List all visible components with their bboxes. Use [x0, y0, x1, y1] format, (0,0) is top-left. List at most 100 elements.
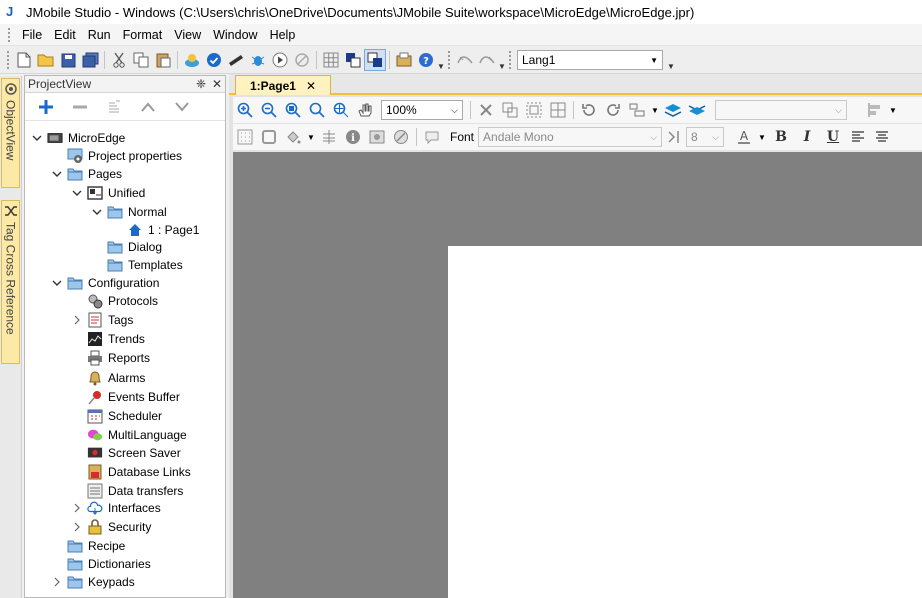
toolbar-grip-handle[interactable]: [509, 51, 512, 69]
rotate-right-icon[interactable]: [601, 99, 625, 121]
chevron-right-icon[interactable]: [71, 314, 83, 326]
zoom-in-icon[interactable]: [233, 99, 257, 121]
debug-bug-icon[interactable]: [247, 49, 269, 71]
italic-button[interactable]: I: [794, 126, 820, 148]
font-size-select[interactable]: 8 ⌵: [686, 127, 725, 147]
line-width-icon[interactable]: [317, 126, 341, 148]
zoom-level-select[interactable]: 100% ⌵: [381, 100, 463, 120]
menu-window[interactable]: Window: [207, 26, 263, 44]
tree-item[interactable]: Alarms: [71, 369, 145, 387]
layer-front-icon[interactable]: [342, 49, 364, 71]
move-up-button[interactable]: [131, 95, 165, 119]
package-icon[interactable]: [393, 49, 415, 71]
tree-item[interactable]: Interfaces: [71, 499, 161, 517]
tree-item[interactable]: Database Links: [71, 463, 191, 481]
tree-item[interactable]: Recipe: [51, 537, 125, 555]
snap-grid-icon[interactable]: [233, 126, 257, 148]
tree-item[interactable]: Security: [71, 518, 151, 536]
disconnect-disabled-icon[interactable]: [476, 49, 498, 71]
side-tab-tag-cross-reference[interactable]: Tag Cross Reference: [1, 200, 20, 364]
language-select[interactable]: Lang1 ▼: [517, 50, 663, 70]
layer-stack-down-icon[interactable]: [685, 99, 709, 121]
align-text-center-icon[interactable]: [870, 126, 894, 148]
pin-icon[interactable]: ❈: [193, 77, 209, 91]
tree-item[interactable]: Unified: [71, 184, 145, 202]
run-play-icon[interactable]: [269, 49, 291, 71]
tree-item[interactable]: Events Buffer: [71, 388, 180, 406]
tree-item[interactable]: MicroEdge: [31, 129, 125, 147]
tree-item[interactable]: Dialog: [91, 238, 162, 256]
paste-icon[interactable]: [152, 49, 174, 71]
chevron-down-icon[interactable]: [71, 187, 83, 199]
bold-button[interactable]: B: [768, 126, 794, 148]
toolbar-overflow-icon[interactable]: ▼: [437, 49, 445, 71]
chevron-down-icon[interactable]: [31, 132, 43, 144]
table-grid-icon[interactable]: [546, 99, 570, 121]
page-surface[interactable]: [448, 246, 922, 598]
rotate-left-icon[interactable]: [577, 99, 601, 121]
move-down-button[interactable]: [165, 95, 199, 119]
zoom-fit-icon[interactable]: [281, 99, 305, 121]
fill-bucket-icon[interactable]: [281, 126, 305, 148]
dropdown-arrow-icon[interactable]: ▼: [649, 99, 661, 121]
add-item-button[interactable]: [29, 95, 63, 119]
menu-edit[interactable]: Edit: [48, 26, 82, 44]
tree-item[interactable]: Dictionaries: [51, 555, 151, 573]
remove-item-button[interactable]: [63, 95, 97, 119]
tree-item[interactable]: Trends: [71, 330, 145, 348]
tree-item[interactable]: Project properties: [51, 147, 182, 165]
layer-stack-icon[interactable]: [661, 99, 685, 121]
tree-item[interactable]: Protocols: [71, 292, 158, 310]
tree-item[interactable]: 1 : Page1: [111, 221, 199, 239]
zoom-out-icon[interactable]: [257, 99, 281, 121]
close-tab-icon[interactable]: ✕: [306, 79, 316, 93]
tree-item[interactable]: Templates: [91, 256, 183, 274]
open-folder-icon[interactable]: [35, 49, 57, 71]
frame-icon[interactable]: [257, 126, 281, 148]
align-left-objects-icon[interactable]: [863, 99, 887, 121]
toolbar-grip-handle[interactable]: [7, 51, 10, 69]
copy-icon[interactable]: [130, 49, 152, 71]
menu-help[interactable]: Help: [264, 26, 302, 44]
rename-item-button[interactable]: [97, 95, 131, 119]
tree-item[interactable]: Configuration: [51, 274, 159, 292]
zoom-area-icon[interactable]: [329, 99, 353, 121]
group-icon[interactable]: [498, 99, 522, 121]
tree-item[interactable]: Reports: [71, 349, 150, 367]
chevron-down-icon[interactable]: [51, 277, 63, 289]
comment-icon[interactable]: [420, 126, 444, 148]
menu-file[interactable]: File: [16, 26, 48, 44]
design-canvas[interactable]: [233, 152, 922, 598]
style-select[interactable]: ⌵: [715, 100, 847, 120]
chevron-down-icon[interactable]: [91, 206, 103, 218]
validate-check-icon[interactable]: [203, 49, 225, 71]
chevron-right-icon[interactable]: [71, 502, 83, 514]
tree-item[interactable]: Normal: [91, 203, 167, 221]
chevron-down-icon[interactable]: [51, 168, 63, 180]
download-icon[interactable]: [225, 49, 247, 71]
align-text-left-icon[interactable]: [846, 126, 870, 148]
text-direction-icon[interactable]: [662, 126, 686, 148]
align-objects-icon[interactable]: [625, 99, 649, 121]
tree-item[interactable]: Scheduler: [71, 407, 162, 425]
layer-back-icon[interactable]: [364, 49, 386, 71]
tree-item[interactable]: Tags: [71, 311, 133, 329]
toolbar-overflow-icon[interactable]: ▼: [498, 49, 506, 71]
save-all-icon[interactable]: [79, 49, 101, 71]
ungroup-icon[interactable]: [522, 99, 546, 121]
chevron-right-icon[interactable]: [71, 521, 83, 533]
tree-item[interactable]: Data transfers: [71, 482, 183, 500]
image-icon[interactable]: [365, 126, 389, 148]
toolbar-overflow-icon[interactable]: ▼: [667, 49, 675, 71]
tree-item[interactable]: Pages: [51, 165, 122, 183]
tab-page1[interactable]: 1:Page1 ✕: [235, 75, 331, 95]
close-icon[interactable]: ✕: [209, 77, 225, 91]
menu-view[interactable]: View: [168, 26, 207, 44]
font-color-icon[interactable]: A: [732, 126, 756, 148]
save-icon[interactable]: [57, 49, 79, 71]
stop-disabled-icon[interactable]: [291, 49, 313, 71]
new-file-icon[interactable]: [13, 49, 35, 71]
dropdown-arrow-icon[interactable]: ▼: [756, 126, 768, 148]
tree-item[interactable]: Keypads: [51, 573, 135, 591]
underline-button[interactable]: U: [820, 126, 846, 148]
